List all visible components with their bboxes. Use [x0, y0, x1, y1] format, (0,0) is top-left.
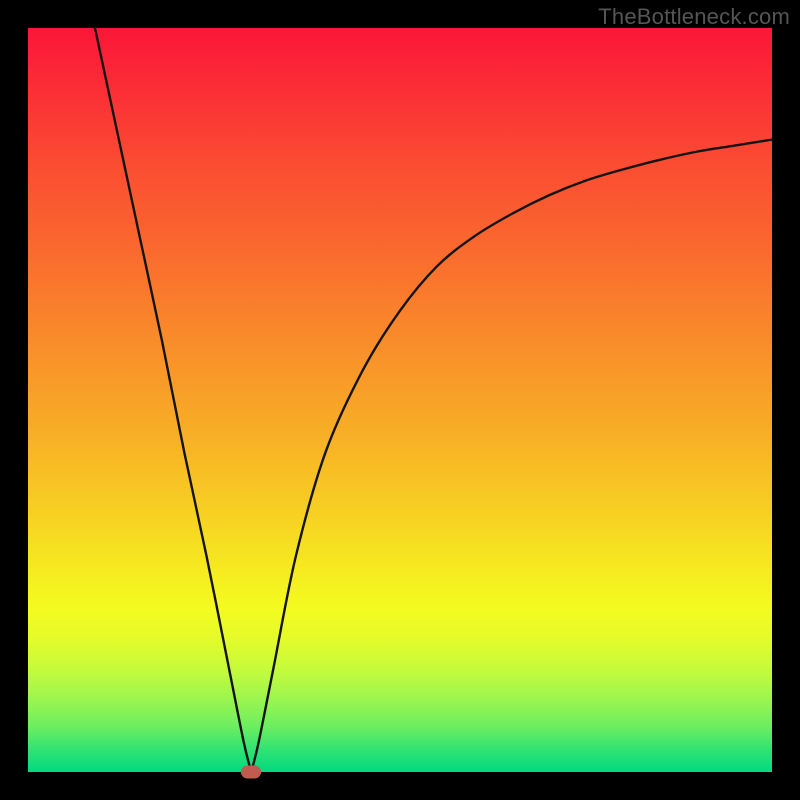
optimal-point-marker	[241, 766, 261, 779]
plot-area	[28, 28, 772, 772]
curve-svg	[28, 28, 772, 772]
bottleneck-curve	[95, 28, 772, 772]
watermark-text: TheBottleneck.com	[598, 4, 790, 30]
chart-frame: TheBottleneck.com	[0, 0, 800, 800]
